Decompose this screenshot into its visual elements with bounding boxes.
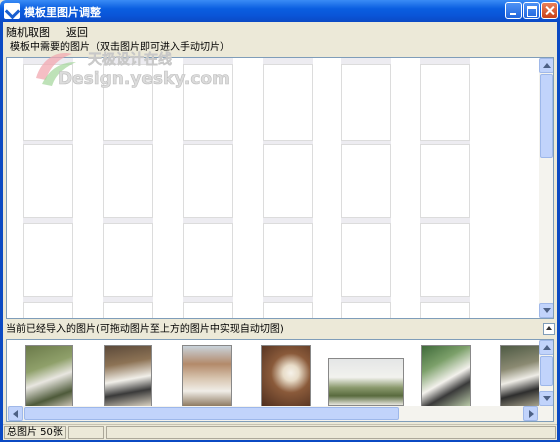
- menu-bar: 随机取图 返回: [3, 22, 557, 39]
- template-slot[interactable]: [183, 64, 233, 141]
- import-panel-label: 当前已经导入的图片(可拖动图片至上方的图片中实现自动切图): [6, 324, 284, 335]
- collapse-icon[interactable]: [543, 323, 555, 335]
- title-bar: 模板里图片调整: [0, 0, 560, 22]
- menu-random-pick[interactable]: 随机取图: [6, 24, 50, 40]
- template-slot[interactable]: [263, 64, 313, 141]
- status-total-images: 总图片 50张: [4, 426, 66, 439]
- template-slot[interactable]: [183, 302, 233, 318]
- template-slot[interactable]: [341, 64, 391, 141]
- scroll-up-icon[interactable]: [539, 340, 553, 355]
- template-slot[interactable]: [263, 144, 313, 218]
- imported-photo[interactable]: [182, 345, 232, 407]
- template-slot[interactable]: [103, 302, 153, 318]
- close-button[interactable]: [541, 2, 558, 19]
- template-vertical-scrollbar[interactable]: [539, 58, 553, 318]
- template-slot[interactable]: [420, 223, 470, 297]
- template-slot[interactable]: [420, 302, 470, 318]
- imported-photo[interactable]: [25, 345, 73, 407]
- minimize-button[interactable]: [505, 2, 522, 19]
- imported-photo[interactable]: [328, 358, 404, 406]
- template-slot[interactable]: [103, 144, 153, 218]
- imported-photo[interactable]: [500, 345, 540, 407]
- template-panel-label: 模板中需要的图片（双击图片即可进入手动切片）: [10, 42, 230, 53]
- template-slot[interactable]: [263, 223, 313, 297]
- status-bar: 总图片 50张: [3, 424, 557, 440]
- scroll-down-icon[interactable]: [539, 303, 553, 318]
- scroll-thumb-horizontal[interactable]: [24, 407, 399, 420]
- status-cell: [68, 426, 104, 439]
- imported-photo[interactable]: [104, 345, 152, 407]
- imported-photo[interactable]: [421, 345, 471, 407]
- scroll-thumb[interactable]: [540, 74, 553, 158]
- template-slot[interactable]: [183, 223, 233, 297]
- scroll-left-icon[interactable]: [8, 406, 23, 421]
- status-cell: [106, 426, 556, 439]
- template-slot[interactable]: [263, 302, 313, 318]
- template-slot[interactable]: [103, 223, 153, 297]
- template-slot[interactable]: [341, 223, 391, 297]
- window-frame-left: [0, 22, 3, 442]
- template-slot[interactable]: [23, 223, 73, 297]
- scroll-down-icon[interactable]: [539, 391, 553, 406]
- import-panel: [6, 339, 554, 422]
- scroll-thumb[interactable]: [540, 356, 553, 386]
- window-title: 模板里图片调整: [24, 6, 101, 19]
- template-slot[interactable]: [103, 64, 153, 141]
- menu-back[interactable]: 返回: [66, 24, 88, 40]
- imported-photo[interactable]: [261, 345, 311, 407]
- template-panel: [6, 57, 554, 319]
- app-icon: [4, 3, 20, 19]
- template-slot[interactable]: [23, 144, 73, 218]
- template-slot[interactable]: [183, 144, 233, 218]
- template-slot[interactable]: [420, 144, 470, 218]
- import-vertical-scrollbar[interactable]: [539, 340, 553, 406]
- template-slot[interactable]: [341, 144, 391, 218]
- scroll-up-icon[interactable]: [539, 58, 553, 73]
- scroll-right-icon[interactable]: [523, 406, 538, 421]
- template-slot[interactable]: [23, 302, 73, 318]
- import-horizontal-scrollbar[interactable]: [7, 406, 553, 421]
- template-slot[interactable]: [23, 64, 73, 141]
- template-slot[interactable]: [341, 302, 391, 318]
- maximize-button[interactable]: [523, 2, 540, 19]
- template-slot[interactable]: [420, 64, 470, 141]
